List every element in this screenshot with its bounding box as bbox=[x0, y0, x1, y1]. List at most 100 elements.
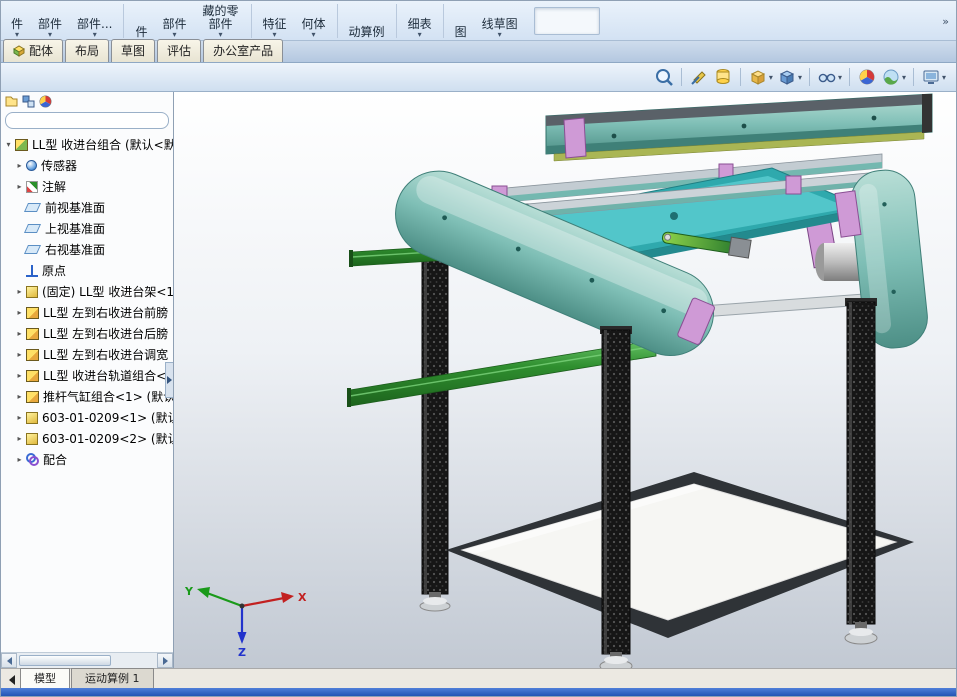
chevron-down-icon bbox=[312, 31, 316, 39]
tree-item-label: 原点 bbox=[42, 264, 67, 278]
view-settings-icon[interactable] bbox=[921, 67, 946, 87]
chevron-down-icon bbox=[769, 73, 773, 82]
ribbon-button[interactable]: 部件 bbox=[31, 2, 69, 40]
expand-toggle-icon[interactable] bbox=[3, 140, 14, 149]
commandmanager-tabs: 配体 布局 草图 评估 办公室产品 bbox=[1, 39, 956, 63]
tree-item[interactable]: 推杆气缸组合<1> (默认 bbox=[1, 386, 173, 407]
chevron-down-icon bbox=[48, 31, 52, 39]
tree-item[interactable]: 603-01-0209<1> (默认 bbox=[1, 407, 173, 428]
tab-label: 运动算例 1 bbox=[85, 672, 140, 685]
panel-collapse-handle[interactable] bbox=[165, 362, 173, 398]
ribbon-separator bbox=[442, 4, 444, 38]
tab-label: 配体 bbox=[29, 44, 54, 58]
expand-toggle-icon[interactable] bbox=[14, 434, 25, 443]
expand-toggle-icon[interactable] bbox=[14, 161, 25, 170]
tab-label: 草图 bbox=[121, 44, 146, 58]
subassembly-icon bbox=[26, 348, 39, 361]
tree-item[interactable]: LL型 左到右收进台前膀 bbox=[1, 302, 173, 323]
view-orientation-icon[interactable] bbox=[713, 67, 733, 87]
expand-toggle-icon[interactable] bbox=[14, 455, 25, 464]
apply-scene-icon[interactable] bbox=[881, 67, 906, 87]
expand-toggle-icon[interactable] bbox=[14, 182, 25, 191]
propertymanager-tab-icon[interactable] bbox=[22, 95, 35, 108]
graphics-viewport[interactable]: X Y Z bbox=[174, 92, 956, 668]
edit-appearance-icon[interactable] bbox=[857, 67, 877, 87]
tree-item-label: 传感器 bbox=[41, 159, 78, 173]
section-view-icon[interactable] bbox=[689, 67, 709, 87]
shaded-cube-icon[interactable] bbox=[777, 67, 802, 87]
expand-toggle-icon[interactable] bbox=[14, 413, 25, 422]
tab-sketch[interactable]: 草图 bbox=[111, 39, 156, 62]
ribbon-button[interactable]: 细表 bbox=[401, 2, 439, 40]
featuremanager-tab-icon[interactable] bbox=[5, 95, 18, 108]
ribbon-button[interactable]: 件 bbox=[4, 2, 30, 40]
tab-scroll-left-button[interactable] bbox=[4, 672, 20, 688]
tab-motion-study[interactable]: 运动算例 1 bbox=[71, 668, 154, 688]
featuremanager-panel: LL型 收进台组合 (默认<默 传感器 注解 前视基准面 上视基准面 右视基准面… bbox=[1, 92, 174, 668]
tab-label: 布局 bbox=[75, 44, 100, 58]
zoom-to-fit-icon[interactable] bbox=[654, 67, 674, 87]
tab-label: 评估 bbox=[167, 44, 192, 58]
plane-icon bbox=[23, 245, 42, 254]
scroll-left-button[interactable] bbox=[1, 653, 17, 668]
tree-item[interactable]: 前视基准面 bbox=[1, 197, 173, 218]
tree-item-label: 603-01-0209<1> (默认 bbox=[42, 411, 173, 425]
tree-item[interactable]: 上视基准面 bbox=[1, 218, 173, 239]
tree-item[interactable]: LL型 收进台轨道组合<1 bbox=[1, 365, 173, 386]
tree-item[interactable]: LL型 左到右收进台后膀 bbox=[1, 323, 173, 344]
tab-assembly[interactable]: 配体 bbox=[3, 39, 64, 62]
tree-item[interactable]: LL型 左到右收进台调宽 bbox=[1, 344, 173, 365]
ribbon-button[interactable]: 特征 bbox=[256, 2, 294, 40]
tab-evaluate[interactable]: 评估 bbox=[157, 39, 202, 62]
tree-item-label: LL型 左到右收进台前膀 bbox=[43, 306, 169, 320]
ribbon-button[interactable]: 部件... bbox=[70, 2, 119, 40]
tree-item[interactable]: 传感器 bbox=[1, 155, 173, 176]
display-style-icon[interactable] bbox=[748, 67, 773, 87]
ribbon-button[interactable]: 藏的零部件 bbox=[195, 2, 247, 40]
tree-item-label: LL型 收进台轨道组合<1 bbox=[43, 369, 173, 383]
ribbon-button[interactable]: 动算例 bbox=[342, 2, 392, 40]
tree-item[interactable]: LL型 收进台组合 (默认<默 bbox=[1, 134, 173, 155]
view-toolbar bbox=[1, 63, 956, 92]
ribbon-button[interactable]: 部件 bbox=[156, 2, 194, 40]
tab-label: 模型 bbox=[34, 672, 56, 685]
leg-front-left bbox=[600, 326, 632, 655]
ribbon-button[interactable]: 何体 bbox=[295, 2, 333, 40]
ribbon-button[interactable]: 线草图 bbox=[475, 2, 525, 40]
expand-toggle-icon[interactable] bbox=[14, 392, 25, 401]
expand-toggle-icon[interactable] bbox=[14, 350, 25, 359]
ribbon-button[interactable]: 件 bbox=[128, 2, 154, 40]
status-bar bbox=[1, 688, 956, 696]
tab-office-products[interactable]: 办公室产品 bbox=[203, 39, 284, 62]
tree-item-label: 右视基准面 bbox=[45, 243, 106, 257]
ribbon-overflow-icon[interactable] bbox=[942, 15, 949, 28]
expand-toggle-icon[interactable] bbox=[14, 371, 25, 380]
tree-item[interactable]: (固定) LL型 收进台架<1 bbox=[1, 281, 173, 302]
side-beam bbox=[701, 293, 865, 318]
ribbon-button[interactable]: 图 bbox=[448, 2, 474, 40]
expand-toggle-icon[interactable] bbox=[14, 308, 25, 317]
tree-filter-input[interactable] bbox=[5, 112, 169, 129]
configurationmanager-tab-icon[interactable] bbox=[39, 95, 52, 108]
expand-toggle-icon[interactable] bbox=[14, 287, 25, 296]
tree-item[interactable]: 右视基准面 bbox=[1, 239, 173, 260]
tab-model[interactable]: 模型 bbox=[20, 668, 70, 688]
panel-horizontal-scrollbar[interactable] bbox=[1, 652, 173, 668]
expand-toggle-icon[interactable] bbox=[14, 329, 25, 338]
scroll-right-button[interactable] bbox=[157, 653, 173, 668]
top-beam bbox=[545, 93, 933, 162]
tree-item[interactable]: 配合 bbox=[1, 449, 173, 470]
tree-item[interactable]: 603-01-0209<2> (默认 bbox=[1, 428, 173, 449]
tree-item[interactable]: 注解 bbox=[1, 176, 173, 197]
scrollbar-thumb[interactable] bbox=[19, 655, 111, 666]
ribbon-separator bbox=[336, 4, 338, 38]
hide-show-items-icon[interactable] bbox=[817, 67, 842, 87]
tree-item[interactable]: 原点 bbox=[1, 260, 173, 281]
leveling-foot bbox=[419, 592, 451, 612]
tree-item-label: LL型 左到右收进台后膀 bbox=[43, 327, 169, 341]
tab-layout[interactable]: 布局 bbox=[65, 39, 110, 62]
ribbon-button-label: 动算例 bbox=[348, 24, 385, 39]
chevron-down-icon bbox=[838, 73, 842, 82]
tree-item-label: LL型 左到右收进台调宽 bbox=[43, 348, 169, 362]
triad-z-label: Z bbox=[238, 646, 246, 659]
